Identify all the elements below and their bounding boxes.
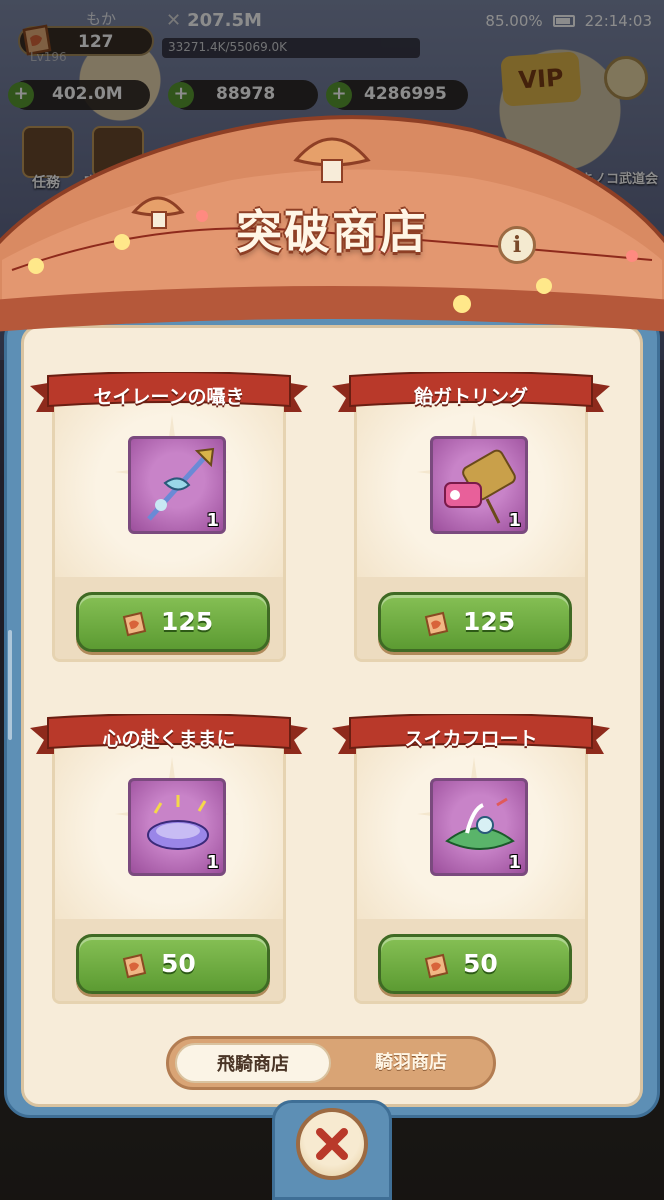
item-name: 飴ガトリング	[413, 386, 528, 408]
breakthrough-token-icon	[122, 953, 147, 979]
item-name: スイカフロート	[404, 728, 538, 750]
item-price: 50	[161, 949, 196, 978]
item-name: 心の赴くままに	[102, 728, 236, 750]
item-name: セイレーンの囁き	[93, 386, 245, 408]
item-quantity: 1	[206, 510, 219, 531]
shop-tabs: 飛騎商店 騎羽商店	[166, 1036, 496, 1090]
buy-button[interactable]: 125	[378, 592, 572, 652]
breakthrough-token-icon	[424, 953, 449, 979]
shop-item-card: 心の赴くままに 1 50	[30, 714, 308, 1006]
buy-button[interactable]: 50	[378, 934, 572, 994]
item-price: 125	[161, 607, 214, 636]
buy-button[interactable]: 50	[76, 934, 270, 994]
item-quantity: 1	[206, 852, 219, 873]
item-icon-frame[interactable]: 1	[128, 436, 226, 534]
item-quantity: 1	[508, 510, 521, 531]
buy-button[interactable]: 125	[76, 592, 270, 652]
item-icon-frame[interactable]: 1	[430, 778, 528, 876]
tab-flying-mount-shop[interactable]: 飛騎商店	[175, 1043, 331, 1083]
shop-title: 突破商店	[236, 205, 428, 259]
breakthrough-token-icon	[122, 611, 147, 637]
breakthrough-token-icon	[424, 611, 449, 637]
item-quantity: 1	[508, 852, 521, 873]
scrollbar[interactable]	[8, 630, 12, 740]
item-price: 125	[463, 607, 516, 636]
close-button[interactable]	[296, 1108, 368, 1180]
info-button[interactable]: i	[498, 226, 536, 264]
item-icon-frame[interactable]: 1	[430, 436, 528, 534]
item-icon-frame[interactable]: 1	[128, 778, 226, 876]
shop-item-card: スイカフロート 1 50	[332, 714, 610, 1006]
shop-item-card: 飴ガトリング 1 125	[332, 372, 610, 664]
item-price: 50	[463, 949, 498, 978]
shop-item-card: セイレーンの囁き 1 125	[30, 372, 308, 664]
close-icon	[316, 1128, 348, 1160]
tab-feather-shop[interactable]: 騎羽商店	[333, 1043, 489, 1083]
